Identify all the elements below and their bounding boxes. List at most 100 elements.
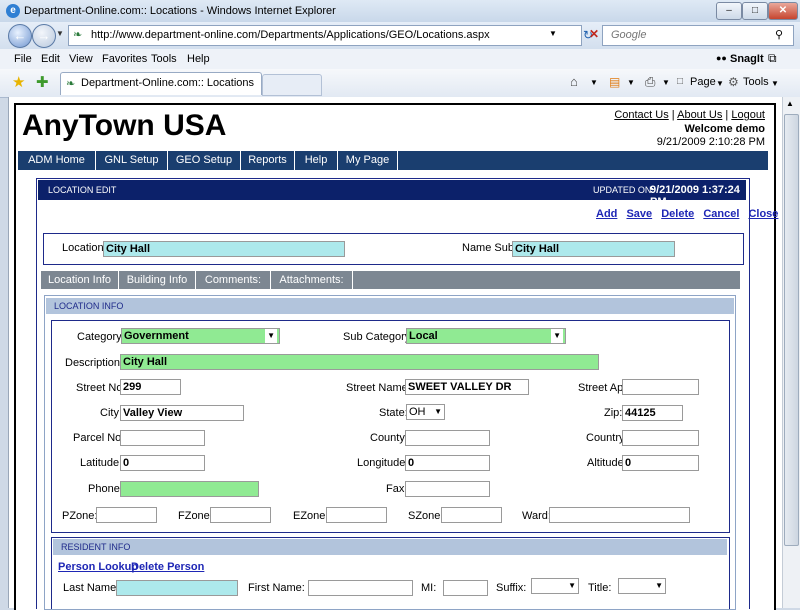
browser-tab-active[interactable]: ❧ Department-Online.com:: Locations	[60, 72, 262, 95]
logout-link[interactable]: Logout	[731, 109, 765, 121]
forward-button[interactable]: →	[32, 24, 56, 48]
menu-tools[interactable]: Tools	[151, 53, 177, 65]
first-name-field[interactable]	[308, 580, 413, 596]
state-select[interactable]: OH ▼	[406, 404, 445, 420]
mi-field[interactable]	[443, 580, 488, 596]
scroll-up-icon[interactable]: ▲	[786, 99, 794, 108]
tab-building-info[interactable]: Building Info	[119, 271, 196, 289]
back-button[interactable]: ←	[8, 24, 32, 48]
save-link[interactable]: Save	[626, 208, 652, 220]
nav-adm-home[interactable]: ADM Home	[18, 151, 96, 170]
menu-bar: File Edit View Favorites Tools Help ●● S…	[0, 49, 800, 70]
county-field[interactable]	[405, 430, 490, 446]
nav-geo-setup[interactable]: GEO Setup	[168, 151, 241, 170]
nav-help[interactable]: Help	[295, 151, 338, 170]
county-label: County:	[370, 432, 408, 444]
suffix-select[interactable]: ▼	[531, 578, 579, 594]
phone-field[interactable]	[120, 481, 259, 497]
nav-my-page[interactable]: My Page	[338, 151, 398, 170]
latitude-field[interactable]: 0	[120, 455, 205, 471]
nav-gnl-setup[interactable]: GNL Setup	[96, 151, 168, 170]
main-nav: ADM Home GNL Setup GEO Setup Reports Hel…	[18, 151, 768, 170]
page-menu[interactable]: Page	[690, 76, 716, 88]
menu-file[interactable]: File	[14, 53, 32, 65]
fax-field[interactable]	[405, 481, 490, 497]
close-window-button[interactable]: ✕	[768, 2, 798, 20]
menu-favorites[interactable]: Favorites	[102, 53, 147, 65]
about-us-link[interactable]: About Us	[677, 109, 722, 121]
city-field[interactable]: Valley View	[120, 405, 244, 421]
delete-link[interactable]: Delete	[661, 208, 694, 220]
delete-person-link[interactable]: Delete Person	[131, 561, 204, 573]
snagit-window-icon[interactable]: ⧉	[768, 51, 777, 66]
altitude-label: Altitude:	[587, 457, 627, 469]
search-box[interactable]: ⚲	[602, 25, 794, 46]
address-dropdown-icon[interactable]: ▼	[549, 29, 557, 38]
description-field[interactable]: City Hall	[120, 354, 599, 370]
name-sub-field[interactable]: City Hall	[512, 241, 675, 257]
ezone-field[interactable]	[326, 507, 387, 523]
menu-view[interactable]: View	[69, 53, 93, 65]
chevron-down-icon: ▼	[655, 581, 663, 590]
snagit-button[interactable]: SnagIt	[730, 53, 764, 65]
menu-edit[interactable]: Edit	[41, 53, 60, 65]
tools-gear-icon: ⚙	[728, 75, 739, 89]
parcel-no-field[interactable]	[120, 430, 205, 446]
minimize-button[interactable]: –	[716, 2, 742, 20]
feeds-dropdown-icon[interactable]: ▼	[627, 78, 635, 87]
tools-menu[interactable]: Tools	[743, 76, 769, 88]
tab-comments[interactable]: Comments:	[196, 271, 271, 289]
tools-menu-dropdown-icon[interactable]: ▼	[771, 79, 779, 88]
szone-field[interactable]	[441, 507, 502, 523]
location-field[interactable]: City Hall	[103, 241, 345, 257]
add-link[interactable]: Add	[596, 208, 617, 220]
tab-title: Department-Online.com:: Locations	[81, 77, 255, 89]
home-icon[interactable]: ⌂	[570, 74, 578, 89]
menu-help[interactable]: Help	[187, 53, 210, 65]
search-icon[interactable]: ⚲	[775, 28, 783, 41]
stop-icon[interactable]: ✕	[589, 27, 599, 41]
title-select[interactable]: ▼	[618, 578, 666, 594]
pzone-field[interactable]	[96, 507, 157, 523]
szone-label: SZone:	[408, 510, 444, 522]
snagit-icon[interactable]: ●●	[716, 53, 727, 63]
contact-us-link[interactable]: Contact Us	[614, 109, 668, 121]
sub-category-select[interactable]: Local ▼	[406, 328, 566, 344]
scrollbar-thumb[interactable]	[784, 114, 799, 546]
category-select[interactable]: Government ▼	[121, 328, 280, 344]
address-bar[interactable]: ❧ http://www.department-online.com/Depar…	[68, 25, 582, 46]
print-icon[interactable]: ⎙	[645, 74, 655, 90]
person-lookup-link[interactable]: Person Lookup	[58, 561, 138, 573]
street-no-field[interactable]: 299	[120, 379, 181, 395]
favorites-star-icon[interactable]: ★	[12, 73, 25, 91]
resident-info-header: RESIDENT INFO	[53, 539, 727, 555]
search-input[interactable]	[609, 28, 773, 42]
street-apt-field[interactable]	[622, 379, 699, 395]
longitude-field[interactable]: 0	[405, 455, 490, 471]
maximize-button[interactable]: □	[742, 2, 768, 20]
recent-pages-dropdown-icon[interactable]: ▼	[56, 29, 64, 38]
close-link[interactable]: Close	[748, 208, 778, 220]
home-dropdown-icon[interactable]: ▼	[590, 78, 598, 87]
ward-field[interactable]	[549, 507, 690, 523]
tab-attachments[interactable]: Attachments:	[271, 271, 353, 289]
fzone-label: FZone:	[178, 510, 213, 522]
fzone-field[interactable]	[210, 507, 271, 523]
first-name-label: First Name:	[248, 582, 305, 594]
cancel-link[interactable]: Cancel	[703, 208, 739, 220]
print-dropdown-icon[interactable]: ▼	[662, 78, 670, 87]
country-field[interactable]	[622, 430, 699, 446]
add-favorite-icon[interactable]: ✚	[36, 73, 49, 91]
sub-category-label: Sub Category:	[343, 331, 414, 343]
tab-location-info[interactable]: Location Info	[41, 271, 119, 289]
last-name-field[interactable]	[116, 580, 238, 596]
zip-field[interactable]: 44125	[622, 405, 683, 421]
state-value: OH	[409, 406, 426, 418]
street-name-field[interactable]: SWEET VALLEY DR	[405, 379, 529, 395]
feeds-icon[interactable]: ▤	[609, 75, 620, 89]
suffix-label: Suffix:	[496, 582, 527, 594]
nav-reports[interactable]: Reports	[241, 151, 295, 170]
new-tab-button[interactable]	[262, 74, 322, 96]
page-menu-dropdown-icon[interactable]: ▼	[716, 79, 724, 88]
altitude-field[interactable]: 0	[622, 455, 699, 471]
